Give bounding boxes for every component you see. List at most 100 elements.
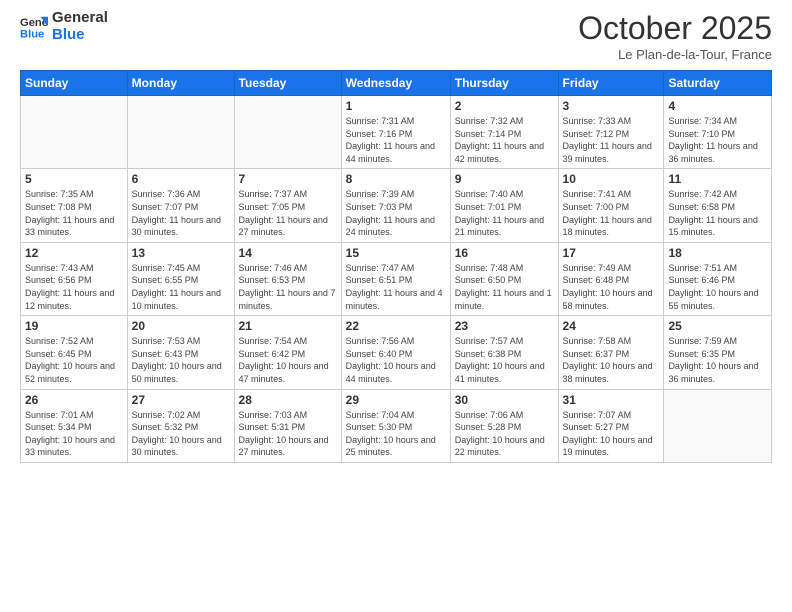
calendar-cell: 24 Sunrise: 7:58 AM Sunset: 6:37 PM Dayli… <box>558 316 664 389</box>
calendar-cell: 29Sunrise: 7:04 AM Sunset: 5:30 PM Dayli… <box>341 389 450 462</box>
day-info: Sunrise: 7:06 AM Sunset: 5:28 PM Dayligh… <box>455 409 554 459</box>
calendar-cell: 16 Sunrise: 7:48 AM Sunset: 6:50 PM Dayli… <box>450 242 558 315</box>
day-info: Sunrise: 7:51 AM Sunset: 6:46 PM Dayligh… <box>668 262 767 312</box>
calendar-week-row: 26 Sunrise: 7:01 AM Sunset: 5:34 PM Dayli… <box>21 389 772 462</box>
calendar-cell: 1 Sunrise: 7:31 AM Sunset: 7:16 PM Daylig… <box>341 96 450 169</box>
day-header-thursday: Thursday <box>450 71 558 96</box>
day-info: Sunrise: 7:33 AM Sunset: 7:12 PM Dayligh… <box>563 115 660 165</box>
day-number: 24 <box>563 319 660 333</box>
calendar-week-row: 12 Sunrise: 7:43 AM Sunset: 6:56 PM Dayli… <box>21 242 772 315</box>
day-number: 25 <box>668 319 767 333</box>
calendar-cell: 27 Sunrise: 7:02 AM Sunset: 5:32 PM Dayli… <box>127 389 234 462</box>
calendar-cell: 13Sunrise: 7:45 AM Sunset: 6:55 PM Dayli… <box>127 242 234 315</box>
svg-text:Blue: Blue <box>20 28 44 40</box>
day-info: Sunrise: 7:48 AM Sunset: 6:50 PM Dayligh… <box>455 262 554 312</box>
day-info: Sunrise: 7:36 AM Sunset: 7:07 PM Dayligh… <box>132 188 230 238</box>
day-info: Sunrise: 7:04 AM Sunset: 5:30 PM Dayligh… <box>346 409 446 459</box>
day-number: 6 <box>132 172 230 186</box>
day-info: Sunrise: 7:42 AM Sunset: 6:58 PM Dayligh… <box>668 188 767 238</box>
day-number: 22 <box>346 319 446 333</box>
day-number: 9 <box>455 172 554 186</box>
day-info: Sunrise: 7:58 AM Sunset: 6:37 PM Dayligh… <box>563 335 660 385</box>
calendar-cell: 9Sunrise: 7:40 AM Sunset: 7:01 PM Daylig… <box>450 169 558 242</box>
calendar-cell: 28 Sunrise: 7:03 AM Sunset: 5:31 PM Dayli… <box>234 389 341 462</box>
day-number: 20 <box>132 319 230 333</box>
day-header-saturday: Saturday <box>664 71 772 96</box>
calendar-cell <box>21 96 128 169</box>
day-info: Sunrise: 7:31 AM Sunset: 7:16 PM Dayligh… <box>346 115 446 165</box>
calendar-cell: 30 Sunrise: 7:06 AM Sunset: 5:28 PM Dayli… <box>450 389 558 462</box>
day-number: 3 <box>563 99 660 113</box>
calendar-week-row: 1 Sunrise: 7:31 AM Sunset: 7:16 PM Daylig… <box>21 96 772 169</box>
logo-icon: General Blue <box>20 13 48 41</box>
calendar-week-row: 5Sunrise: 7:35 AM Sunset: 7:08 PM Daylig… <box>21 169 772 242</box>
day-number: 11 <box>668 172 767 186</box>
day-number: 12 <box>25 246 123 260</box>
day-info: Sunrise: 7:03 AM Sunset: 5:31 PM Dayligh… <box>239 409 337 459</box>
day-info: Sunrise: 7:57 AM Sunset: 6:38 PM Dayligh… <box>455 335 554 385</box>
calendar-cell: 4Sunrise: 7:34 AM Sunset: 7:10 PM Daylig… <box>664 96 772 169</box>
day-number: 2 <box>455 99 554 113</box>
calendar-cell: 23 Sunrise: 7:57 AM Sunset: 6:38 PM Dayli… <box>450 316 558 389</box>
calendar-cell: 14 Sunrise: 7:46 AM Sunset: 6:53 PM Dayli… <box>234 242 341 315</box>
day-info: Sunrise: 7:37 AM Sunset: 7:05 PM Dayligh… <box>239 188 337 238</box>
day-number: 28 <box>239 393 337 407</box>
title-block: October 2025 Le Plan-de-la-Tour, France <box>578 10 772 62</box>
calendar-cell: 26 Sunrise: 7:01 AM Sunset: 5:34 PM Dayli… <box>21 389 128 462</box>
calendar-cell: 19Sunrise: 7:52 AM Sunset: 6:45 PM Dayli… <box>21 316 128 389</box>
day-info: Sunrise: 7:01 AM Sunset: 5:34 PM Dayligh… <box>25 409 123 459</box>
calendar-cell: 7Sunrise: 7:37 AM Sunset: 7:05 PM Daylig… <box>234 169 341 242</box>
day-number: 4 <box>668 99 767 113</box>
day-info: Sunrise: 7:45 AM Sunset: 6:55 PM Dayligh… <box>132 262 230 312</box>
calendar-cell: 6 Sunrise: 7:36 AM Sunset: 7:07 PM Daylig… <box>127 169 234 242</box>
location-subtitle: Le Plan-de-la-Tour, France <box>578 47 772 62</box>
logo-general: General <box>52 10 108 27</box>
calendar-cell: 21 Sunrise: 7:54 AM Sunset: 6:42 PM Dayli… <box>234 316 341 389</box>
day-header-wednesday: Wednesday <box>341 71 450 96</box>
day-number: 26 <box>25 393 123 407</box>
day-header-sunday: Sunday <box>21 71 128 96</box>
header: General Blue General Blue October 2025 L… <box>20 10 772 62</box>
calendar-cell: 20 Sunrise: 7:53 AM Sunset: 6:43 PM Dayli… <box>127 316 234 389</box>
day-info: Sunrise: 7:43 AM Sunset: 6:56 PM Dayligh… <box>25 262 123 312</box>
day-info: Sunrise: 7:54 AM Sunset: 6:42 PM Dayligh… <box>239 335 337 385</box>
day-number: 19 <box>25 319 123 333</box>
calendar-cell: 22 Sunrise: 7:56 AM Sunset: 6:40 PM Dayli… <box>341 316 450 389</box>
day-info: Sunrise: 7:56 AM Sunset: 6:40 PM Dayligh… <box>346 335 446 385</box>
calendar-cell: 8 Sunrise: 7:39 AM Sunset: 7:03 PM Daylig… <box>341 169 450 242</box>
day-info: Sunrise: 7:41 AM Sunset: 7:00 PM Dayligh… <box>563 188 660 238</box>
page: General Blue General Blue October 2025 L… <box>0 0 792 612</box>
calendar-cell: 10 Sunrise: 7:41 AM Sunset: 7:00 PM Dayli… <box>558 169 664 242</box>
calendar-week-row: 19Sunrise: 7:52 AM Sunset: 6:45 PM Dayli… <box>21 316 772 389</box>
calendar-table: SundayMondayTuesdayWednesdayThursdayFrid… <box>20 70 772 463</box>
day-info: Sunrise: 7:59 AM Sunset: 6:35 PM Dayligh… <box>668 335 767 385</box>
day-number: 1 <box>346 99 446 113</box>
day-number: 21 <box>239 319 337 333</box>
day-number: 18 <box>668 246 767 260</box>
day-number: 23 <box>455 319 554 333</box>
calendar-cell: 15Sunrise: 7:47 AM Sunset: 6:51 PM Dayli… <box>341 242 450 315</box>
day-info: Sunrise: 7:53 AM Sunset: 6:43 PM Dayligh… <box>132 335 230 385</box>
day-info: Sunrise: 7:35 AM Sunset: 7:08 PM Dayligh… <box>25 188 123 238</box>
calendar-cell: 17Sunrise: 7:49 AM Sunset: 6:48 PM Dayli… <box>558 242 664 315</box>
day-header-friday: Friday <box>558 71 664 96</box>
calendar-cell: 11 Sunrise: 7:42 AM Sunset: 6:58 PM Dayli… <box>664 169 772 242</box>
day-number: 17 <box>563 246 660 260</box>
logo: General Blue General Blue <box>20 10 108 43</box>
calendar-cell <box>664 389 772 462</box>
day-header-tuesday: Tuesday <box>234 71 341 96</box>
logo-blue: Blue <box>52 27 108 44</box>
day-number: 16 <box>455 246 554 260</box>
day-number: 30 <box>455 393 554 407</box>
day-number: 27 <box>132 393 230 407</box>
day-number: 14 <box>239 246 337 260</box>
calendar-cell: 2Sunrise: 7:32 AM Sunset: 7:14 PM Daylig… <box>450 96 558 169</box>
calendar-cell: 18 Sunrise: 7:51 AM Sunset: 6:46 PM Dayli… <box>664 242 772 315</box>
day-info: Sunrise: 7:46 AM Sunset: 6:53 PM Dayligh… <box>239 262 337 312</box>
day-info: Sunrise: 7:39 AM Sunset: 7:03 PM Dayligh… <box>346 188 446 238</box>
day-number: 31 <box>563 393 660 407</box>
day-info: Sunrise: 7:02 AM Sunset: 5:32 PM Dayligh… <box>132 409 230 459</box>
calendar-header-row: SundayMondayTuesdayWednesdayThursdayFrid… <box>21 71 772 96</box>
day-number: 8 <box>346 172 446 186</box>
day-number: 10 <box>563 172 660 186</box>
